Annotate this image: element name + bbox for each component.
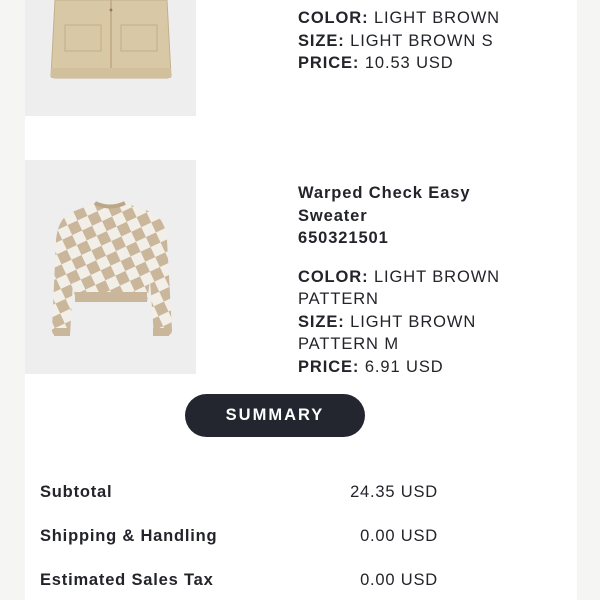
- size-value-line2: PATTERN M: [298, 335, 399, 353]
- color-value-line2: PATTERN: [298, 290, 379, 308]
- size-value-line1: LIGHT BROWN: [350, 312, 477, 331]
- color-label: COLOR:: [298, 267, 369, 286]
- product-name[interactable]: Warped Check Easy Sweater: [298, 182, 518, 227]
- shipping-label: Shipping & Handling: [40, 527, 218, 545]
- item-price-row: PRICE: 6.91 USD: [298, 356, 518, 379]
- price-label: PRICE:: [298, 54, 360, 72]
- price-value: 10.53 USD: [364, 54, 454, 72]
- item-size-row: SIZE: LIGHT BROWN: [298, 311, 518, 334]
- item-size-row: SIZE: LIGHT BROWN S: [298, 30, 518, 53]
- tax-row: Estimated Sales Tax 0.00 USD: [40, 571, 440, 593]
- subtotal-value: 24.35 USD: [350, 483, 438, 501]
- subtotal-label: Subtotal: [40, 483, 113, 501]
- size-label: SIZE:: [298, 312, 345, 331]
- jacket-image: [25, 0, 196, 116]
- order-page: COLOR: LIGHT BROWN SIZE: LIGHT BROWN S P…: [0, 0, 600, 600]
- size-value: LIGHT BROWN S: [350, 31, 494, 50]
- subtotal-row: Subtotal 24.35 USD: [40, 483, 440, 505]
- product-sku: 650321501: [298, 229, 389, 247]
- shipping-row: Shipping & Handling 0.00 USD: [40, 527, 440, 549]
- item-details-2: Warped Check Easy Sweater 650321501 COLO…: [298, 182, 518, 378]
- color-label: COLOR:: [298, 9, 369, 27]
- product-image-sweater[interactable]: [25, 160, 196, 374]
- item-color-row: COLOR: LIGHT BROWN: [298, 266, 518, 289]
- color-value-line1: LIGHT BROWN: [373, 267, 500, 286]
- item-details-1: COLOR: LIGHT BROWN SIZE: LIGHT BROWN S P…: [298, 7, 518, 75]
- price-label: PRICE:: [298, 357, 360, 376]
- product-name-line2: Sweater: [298, 206, 368, 225]
- shipping-value: 0.00 USD: [360, 527, 438, 545]
- price-value: 6.91 USD: [364, 357, 444, 376]
- color-value: LIGHT BROWN: [373, 9, 500, 27]
- summary-button[interactable]: SUMMARY: [185, 394, 365, 437]
- item-price-row: PRICE: 10.53 USD: [298, 52, 518, 75]
- tax-label: Estimated Sales Tax: [40, 571, 214, 589]
- tax-value: 0.00 USD: [360, 571, 438, 589]
- checkered-sweater-image: [25, 160, 196, 374]
- size-label: SIZE:: [298, 31, 345, 50]
- product-image-jacket[interactable]: [25, 0, 196, 116]
- item-color-row: COLOR: LIGHT BROWN: [298, 7, 518, 30]
- product-name-line1: Warped Check Easy: [298, 184, 471, 202]
